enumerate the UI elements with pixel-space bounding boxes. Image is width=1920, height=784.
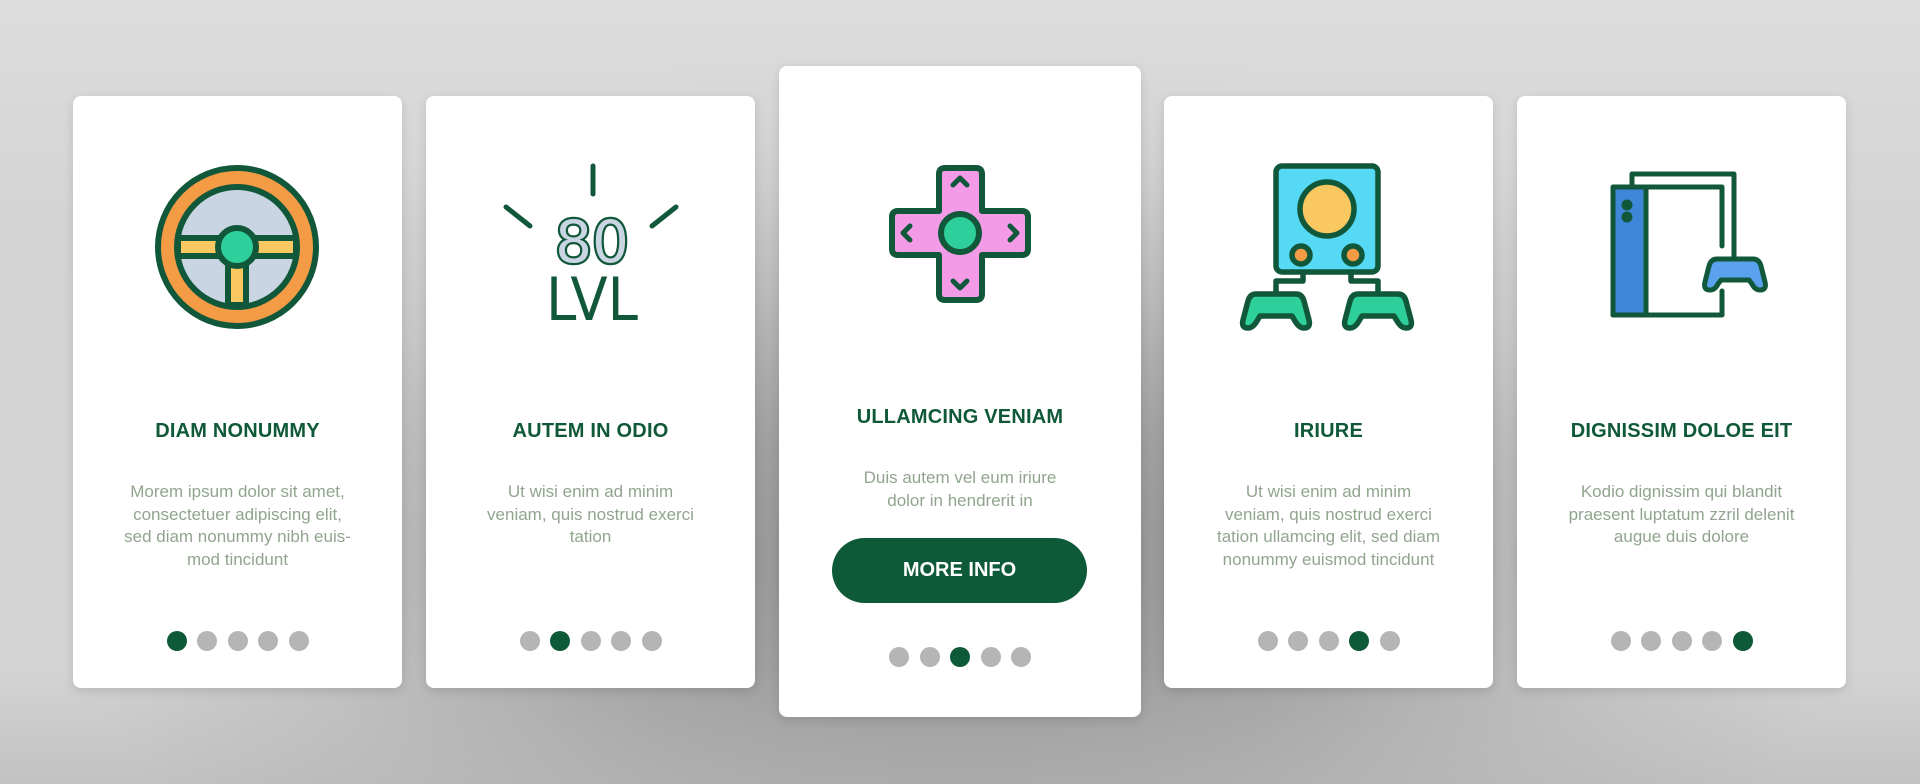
page-dot-1[interactable]	[889, 647, 909, 667]
description-line: Ut wisi enim ad minim	[507, 482, 674, 501]
page-dot-3[interactable]	[227, 631, 248, 651]
description-line: Morem ipsum dolor sit amet,	[130, 482, 345, 501]
level-label: LVL	[546, 265, 639, 335]
page-dot-4[interactable]	[980, 647, 1001, 667]
description-line: Ut wisi enim ad minim	[1245, 482, 1412, 501]
description-line: veniam, quis nostrud exerci	[487, 504, 694, 524]
page-dot-4-active[interactable]	[1349, 631, 1369, 651]
description-line: veniam, quis nostrud exerci	[1225, 504, 1432, 524]
page-dot-5[interactable]	[1379, 631, 1400, 651]
page-dot-3[interactable]	[1318, 631, 1339, 651]
d-pad-icon	[779, 66, 1141, 346]
description-line: mod tincidunt	[186, 549, 289, 569]
page-dot-5[interactable]	[1011, 647, 1031, 667]
page-dot-1[interactable]	[1257, 631, 1278, 651]
page-dot-4[interactable]	[258, 631, 278, 651]
card-title: DIGNISSIM DOLOE EIT	[1570, 420, 1793, 442]
page-dot-3-active[interactable]	[950, 647, 970, 667]
description-line: consectetuer adipiscing elit,	[133, 504, 342, 524]
page-dot-1-active[interactable]	[166, 631, 187, 651]
pagination-dots	[73, 631, 402, 651]
pagination-dots	[779, 647, 1141, 667]
level-80-icon: 80 LVL	[426, 96, 755, 376]
pagination-dots	[1517, 631, 1846, 651]
description-line: augue duis dolore	[1613, 527, 1750, 547]
page-dot-5[interactable]	[288, 631, 309, 651]
onboarding-card-4: IRIURE Ut wisi enim ad minim veniam, qui…	[1164, 96, 1493, 688]
console-multiplayer-icon	[1164, 96, 1493, 376]
more-info-button[interactable]: MORE INFO	[832, 538, 1087, 603]
onboarding-card-3: ULLAMCING VENIAM Duis autem vel eum iriu…	[779, 66, 1141, 717]
page-dot-2-active[interactable]	[550, 631, 570, 651]
description-line: sed diam nonummy nibh euis-	[124, 527, 351, 547]
steering-wheel-icon	[73, 96, 402, 376]
game-console-controller-icon	[1517, 96, 1846, 376]
page-dot-2[interactable]	[1288, 631, 1308, 651]
card-description: Ut wisi enim ad minim veniam, quis nostr…	[1184, 481, 1473, 571]
card-title: IRIURE	[1294, 420, 1363, 442]
page-dot-4[interactable]	[1702, 631, 1722, 651]
description-line: tation ullamcing elit, sed diam	[1216, 527, 1440, 547]
description-line: nonummy euismod tincidunt	[1222, 549, 1435, 569]
page-dot-2[interactable]	[1641, 631, 1661, 651]
page-dot-1[interactable]	[1610, 631, 1631, 651]
page-dot-4[interactable]	[611, 631, 631, 651]
card-description: Morem ipsum dolor sit amet, consectetuer…	[93, 481, 382, 571]
card-description: Duis autem vel eum iriure dolor in hendr…	[799, 467, 1121, 512]
card-description: Kodio dignissim qui blandit praesent lup…	[1537, 481, 1826, 549]
onboarding-card-2: 80 LVL AUTEM IN ODIO Ut wisi enim ad min…	[426, 96, 755, 688]
page-dot-5-active[interactable]	[1732, 631, 1753, 651]
description-line: tation	[569, 527, 612, 547]
description-line: dolor in hendrerit in	[887, 490, 1033, 510]
onboarding-card-1: DIAM NONUMMY Morem ipsum dolor sit amet,…	[73, 96, 402, 688]
description-line: Duis autem vel eum iriure	[863, 468, 1057, 487]
description-line: Kodio dignissim qui blandit	[1580, 482, 1783, 501]
page-dot-5[interactable]	[641, 631, 662, 651]
page-dot-3[interactable]	[1671, 631, 1692, 651]
pagination-dots	[426, 631, 755, 651]
card-title: DIAM NONUMMY	[155, 420, 320, 442]
page-dot-2[interactable]	[919, 647, 940, 667]
page-dot-1[interactable]	[519, 631, 540, 651]
card-title: ULLAMCING VENIAM	[856, 406, 1064, 428]
onboarding-card-5: DIGNISSIM DOLOE EIT Kodio dignissim qui …	[1517, 96, 1846, 688]
card-description: Ut wisi enim ad minim veniam, quis nostr…	[446, 481, 735, 549]
page-dot-3[interactable]	[580, 631, 601, 651]
description-line: praesent luptatum zzril delenit	[1568, 504, 1795, 524]
card-title: AUTEM IN ODIO	[512, 420, 669, 442]
page-dot-2[interactable]	[197, 631, 217, 651]
pagination-dots	[1164, 631, 1493, 651]
